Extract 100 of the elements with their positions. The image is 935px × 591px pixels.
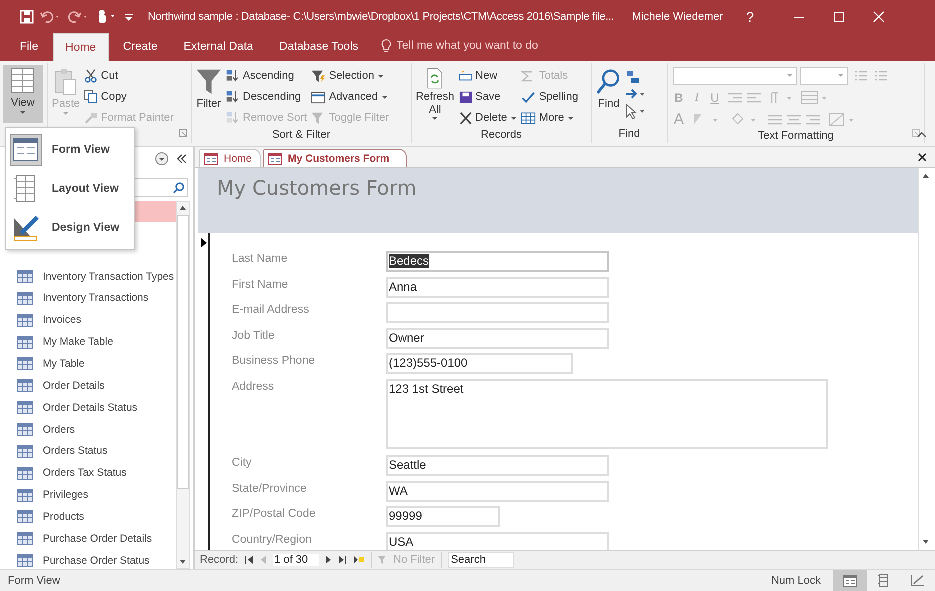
scroll-up-icon[interactable]	[179, 205, 187, 211]
document-tab[interactable]: Home	[199, 149, 262, 167]
ribbon-command[interactable]: More	[520, 108, 580, 128]
ribbon-tab[interactable]: File	[8, 33, 51, 61]
ribbon-tab[interactable]: Create	[111, 33, 170, 61]
scroll-down-icon[interactable]	[179, 559, 187, 565]
tell-me-field[interactable]: Tell me what you want to do	[392, 31, 578, 61]
table-icon	[17, 488, 33, 502]
select-icon[interactable]	[625, 104, 647, 120]
input-field[interactable]: (123)555-0100	[386, 353, 573, 374]
view-menu-item[interactable]: Layout View	[6, 169, 134, 208]
input-field[interactable]: WA	[386, 480, 609, 502]
touch-mode-icon[interactable]	[96, 9, 118, 24]
brush-icon	[84, 111, 98, 125]
input-field[interactable]: Seattle	[386, 455, 609, 476]
input-field[interactable]: 99999	[386, 506, 500, 527]
ribbon-command[interactable]: Spelling	[520, 87, 580, 107]
nav-item[interactable]: Order Details	[12, 374, 176, 397]
ribbon-command[interactable]: Copy	[83, 87, 175, 107]
input-field[interactable]: Owner	[386, 328, 609, 348]
redo-icon[interactable]	[68, 10, 90, 24]
record-position-field[interactable]: 1 of 30	[272, 554, 319, 566]
ribbon-tab[interactable]: Home	[52, 33, 110, 61]
collapse-pane-icon[interactable]	[177, 154, 187, 164]
current-record-icon	[201, 238, 207, 248]
new-record-icon[interactable]	[352, 556, 365, 564]
nav-item[interactable]: Products	[12, 506, 176, 528]
ribbon-command[interactable]: New	[458, 66, 518, 86]
alternate-row-color-icon[interactable]	[829, 112, 857, 126]
form-view-button[interactable]	[833, 570, 867, 591]
caret-icon	[63, 112, 70, 115]
field-label: First Name	[232, 278, 290, 292]
nav-item[interactable]: Orders	[12, 418, 176, 440]
record-selector[interactable]	[198, 233, 210, 550]
nav-item[interactable]: Purchase Order Status	[12, 550, 176, 569]
input-field[interactable]: 123 1st Street	[386, 378, 828, 448]
document-tab[interactable]: My Customers Form	[263, 149, 407, 167]
input-field[interactable]: Bedecs	[386, 251, 609, 272]
caret-icon	[382, 96, 388, 98]
table-icon	[17, 357, 33, 370]
checkmark-icon	[521, 90, 536, 104]
close-icon[interactable]	[918, 153, 927, 162]
user-name[interactable]: Michele Wiedemer	[632, 10, 724, 22]
caret-icon	[838, 74, 844, 77]
nav-item[interactable]: My Table	[12, 353, 176, 375]
ribbon-command[interactable]: Save	[458, 87, 518, 107]
search-icon[interactable]	[173, 182, 185, 194]
font-size-field[interactable]	[800, 66, 848, 84]
ribbon-tab[interactable]: External Data	[172, 33, 266, 61]
table-icon	[17, 466, 33, 480]
ribbon-command[interactable]: Selection	[310, 66, 390, 86]
replace-icon[interactable]	[625, 68, 641, 85]
scrollbar[interactable]	[176, 201, 190, 569]
nav-item[interactable]: Invoices	[12, 309, 176, 332]
search-icon	[596, 68, 622, 96]
sort-descending-icon	[226, 90, 240, 104]
help-button[interactable]: ?	[735, 8, 766, 26]
nav-item[interactable]: Privileges	[12, 484, 176, 506]
view-menu-item[interactable]: Form View	[6, 130, 134, 169]
layout-icon	[878, 574, 890, 587]
dropdown-icon[interactable]	[155, 152, 169, 166]
font-name-field[interactable]	[673, 66, 797, 84]
scroll-down-icon[interactable]	[922, 539, 930, 545]
input-field[interactable]: Anna	[386, 276, 609, 298]
nav-item[interactable]: Orders Status	[12, 440, 176, 462]
undo-icon[interactable]	[40, 10, 62, 24]
ribbon-command[interactable]: Cut	[83, 66, 175, 86]
field-label: Country/Region	[232, 532, 313, 546]
save-icon[interactable]	[20, 10, 34, 24]
nav-item[interactable]: Inventory Transaction Types	[12, 266, 176, 288]
save-icon	[458, 90, 473, 104]
view-menu-item[interactable]: Design View	[6, 208, 134, 247]
search-field[interactable]: Search	[448, 552, 514, 568]
nav-item[interactable]: Inventory Transactions	[12, 288, 176, 310]
ribbon-command[interactable]: Advanced	[310, 87, 390, 107]
ribbon-command[interactable]: Delete	[458, 108, 518, 128]
nav-item[interactable]: My Make Table	[12, 331, 176, 354]
input-field[interactable]	[386, 302, 609, 323]
field-label: Last Name	[232, 252, 289, 266]
dialog-launcher-icon[interactable]	[912, 129, 920, 137]
next-record-icon[interactable]	[324, 556, 332, 564]
scrollbar[interactable]	[918, 168, 932, 550]
maximize-icon[interactable]	[833, 10, 846, 22]
ribbon-command[interactable]: Ascending	[225, 66, 308, 86]
caret-icon	[511, 116, 518, 120]
go-to-icon[interactable]	[625, 87, 647, 102]
ribbon-tab[interactable]: Database Tools	[267, 33, 370, 61]
scroll-up-icon[interactable]	[922, 173, 930, 179]
view-button[interactable]: View	[3, 65, 43, 123]
nav-item[interactable]: Order Details Status	[12, 396, 176, 419]
nav-item[interactable]: Orders Tax Status	[12, 462, 176, 484]
first-record-icon[interactable]	[244, 556, 254, 564]
refresh-all-button[interactable]: Refresh All	[415, 66, 456, 122]
last-record-icon[interactable]	[338, 556, 347, 564]
collapse-ribbon-icon[interactable]	[917, 131, 927, 138]
clipboard-icon	[54, 68, 78, 96]
nav-item[interactable]: Purchase Order Details	[12, 528, 176, 550]
filter-button[interactable]: Filter	[195, 66, 223, 122]
find-button[interactable]: Find	[595, 66, 623, 122]
ribbon-command[interactable]: Descending	[225, 87, 308, 107]
